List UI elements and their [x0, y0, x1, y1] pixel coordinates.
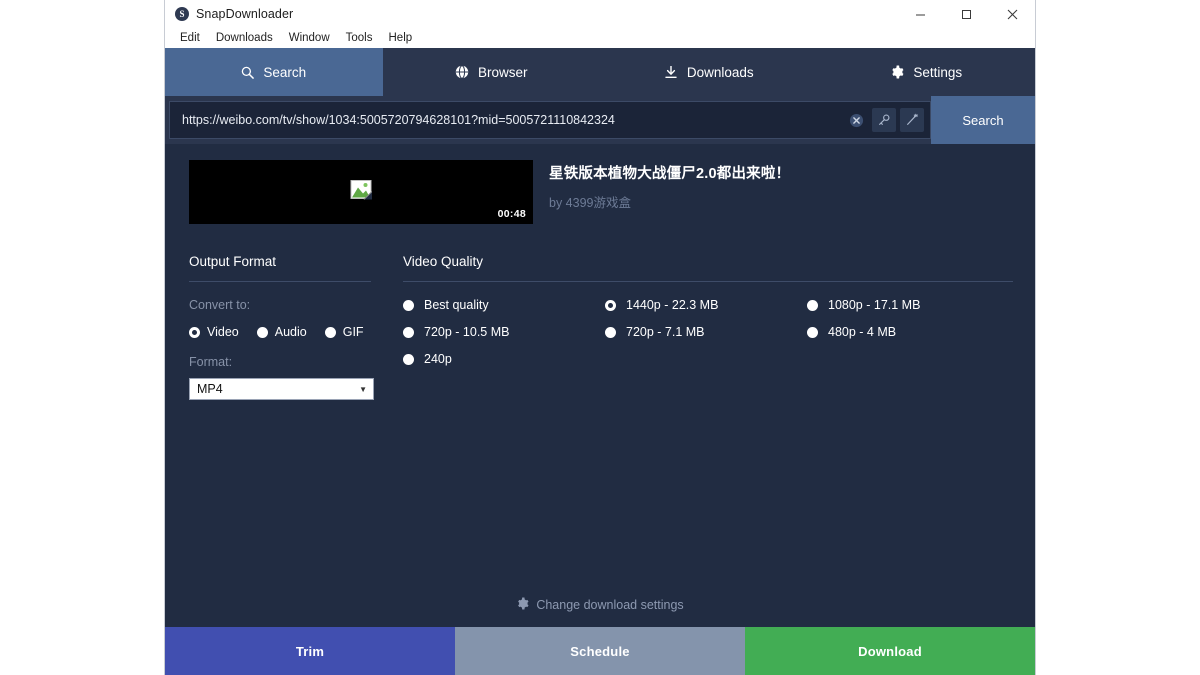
app-logo-icon: S — [175, 7, 189, 21]
search-button[interactable]: Search — [931, 96, 1035, 144]
change-download-settings-link[interactable]: Change download settings — [165, 597, 1035, 613]
main-tab-bar: Search Browser Downloads Settings — [165, 48, 1035, 96]
quality-option-1080p-label: 1080p - 17.1 MB — [828, 298, 921, 312]
menu-item-edit[interactable]: Edit — [173, 31, 207, 45]
broken-image-icon — [350, 180, 373, 205]
quality-option-240p-label: 240p — [424, 352, 452, 366]
video-quality-radio-group: Best quality 1440p - 22.3 MB 1080p - 17.… — [403, 298, 1013, 366]
convert-to-radio-group: Video Audio GIF — [189, 325, 371, 339]
radio-720p-low-icon[interactable] — [605, 326, 616, 338]
tab-search-label: Search — [263, 64, 307, 80]
quality-option-1440p[interactable]: 1440p - 22.3 MB — [605, 298, 807, 312]
video-quality-title: Video Quality — [403, 254, 484, 269]
title-bar: S SnapDownloader — [165, 0, 1035, 28]
video-quality-divider — [403, 281, 1013, 282]
url-input-container[interactable]: https://weibo.com/tv/show/1034:500572079… — [169, 101, 931, 139]
quality-option-480p[interactable]: 480p - 4 MB — [807, 325, 1013, 339]
gear-icon — [890, 65, 904, 79]
video-duration: 00:48 — [497, 208, 526, 220]
maximize-button[interactable] — [943, 0, 989, 28]
convert-to-label: Convert to: — [189, 298, 251, 312]
quality-option-1440p-label: 1440p - 22.3 MB — [626, 298, 719, 312]
tab-downloads[interactable]: Downloads — [600, 48, 818, 96]
convert-option-audio[interactable]: Audio — [256, 325, 307, 339]
menu-bar: Edit Downloads Window Tools Help — [165, 28, 1035, 48]
quality-option-720p-low[interactable]: 720p - 7.1 MB — [605, 325, 807, 339]
format-label: Format: — [189, 355, 233, 369]
tab-search[interactable]: Search — [165, 48, 383, 96]
video-quality-panel: Video Quality Best quality 1440p - 22.3 … — [371, 254, 1035, 400]
quality-option-best-label: Best quality — [424, 298, 489, 312]
video-thumbnail[interactable]: 00:48 — [189, 160, 533, 224]
magic-wand-icon[interactable] — [900, 108, 924, 132]
action-bar: Trim Schedule Download — [165, 627, 1035, 675]
gear-icon — [516, 597, 529, 613]
download-button[interactable]: Download — [745, 627, 1035, 675]
menu-item-downloads[interactable]: Downloads — [209, 31, 280, 45]
app-window: S SnapDownloader Edit Downloads Window T… — [164, 0, 1036, 675]
radio-1080p-icon[interactable] — [807, 299, 818, 311]
tab-browser-label: Browser — [477, 64, 528, 80]
output-format-title: Output Format — [189, 254, 277, 269]
convert-option-audio-label: Audio — [274, 325, 307, 339]
url-bar-row: https://weibo.com/tv/show/1034:500572079… — [165, 96, 1035, 144]
url-input[interactable]: https://weibo.com/tv/show/1034:500572079… — [182, 113, 844, 127]
video-author: by 4399游戏盒 — [549, 196, 631, 210]
format-select-value: MP4 — [197, 382, 223, 396]
schedule-button[interactable]: Schedule — [455, 627, 745, 675]
minimize-button[interactable] — [897, 0, 943, 28]
radio-audio-icon[interactable] — [256, 326, 268, 338]
search-icon — [241, 66, 255, 79]
convert-option-video[interactable]: Video — [189, 325, 239, 339]
menu-item-window[interactable]: Window — [282, 31, 337, 45]
clear-circle-icon[interactable] — [844, 108, 868, 132]
radio-best-quality-icon[interactable] — [403, 299, 414, 311]
output-format-panel: Output Format Convert to: Video Audio GI… — [189, 254, 374, 400]
quality-option-720p-high[interactable]: 720p - 10.5 MB — [403, 325, 605, 339]
options-panels: Output Format Convert to: Video Audio GI… — [165, 224, 1035, 400]
quality-option-720p-high-label: 720p - 10.5 MB — [424, 325, 510, 339]
tab-settings[interactable]: Settings — [817, 48, 1035, 96]
tab-settings-label: Settings — [913, 64, 963, 80]
radio-1440p-icon[interactable] — [605, 299, 616, 311]
search-result-panel: 00:48 星铁版本植物大战僵尸2.0都出来啦！ by 4399游戏盒 Outp… — [165, 144, 1035, 627]
browser-globe-icon — [455, 65, 469, 79]
video-meta: 星铁版本植物大战僵尸2.0都出来啦！ by 4399游戏盒 — [533, 160, 790, 224]
radio-240p-icon[interactable] — [403, 353, 414, 365]
quality-option-720p-low-label: 720p - 7.1 MB — [626, 325, 705, 339]
radio-gif-icon[interactable] — [324, 326, 336, 338]
quality-option-480p-label: 480p - 4 MB — [828, 325, 897, 339]
quality-option-best[interactable]: Best quality — [403, 298, 605, 312]
radio-480p-icon[interactable] — [807, 326, 818, 338]
video-summary: 00:48 星铁版本植物大战僵尸2.0都出来啦！ by 4399游戏盒 — [165, 144, 1035, 224]
quality-option-1080p[interactable]: 1080p - 17.1 MB — [807, 298, 1013, 312]
convert-option-gif-label: GIF — [342, 325, 364, 339]
close-button[interactable] — [989, 0, 1035, 28]
menu-item-help[interactable]: Help — [382, 31, 420, 45]
chevron-down-icon: ▼ — [359, 384, 367, 394]
radio-720p-high-icon[interactable] — [403, 326, 414, 338]
app-logo-glyph: S — [179, 9, 185, 19]
quality-option-240p[interactable]: 240p — [403, 352, 605, 366]
url-icon-group — [844, 108, 924, 132]
change-download-settings-label: Change download settings — [536, 598, 684, 612]
radio-video-icon[interactable] — [189, 326, 200, 338]
format-select[interactable]: MP4 ▼ — [189, 378, 374, 400]
video-title: 星铁版本植物大战僵尸2.0都出来啦！ — [549, 166, 791, 182]
output-format-divider — [189, 281, 371, 282]
app-title: SnapDownloader — [196, 7, 294, 21]
trim-button[interactable]: Trim — [165, 627, 455, 675]
convert-option-gif[interactable]: GIF — [324, 325, 364, 339]
tab-downloads-label: Downloads — [686, 64, 754, 80]
convert-option-video-label: Video — [207, 325, 239, 339]
download-arrow-icon — [664, 65, 678, 79]
tab-browser[interactable]: Browser — [382, 48, 600, 96]
menu-item-tools[interactable]: Tools — [339, 31, 380, 45]
key-icon[interactable] — [872, 108, 896, 132]
